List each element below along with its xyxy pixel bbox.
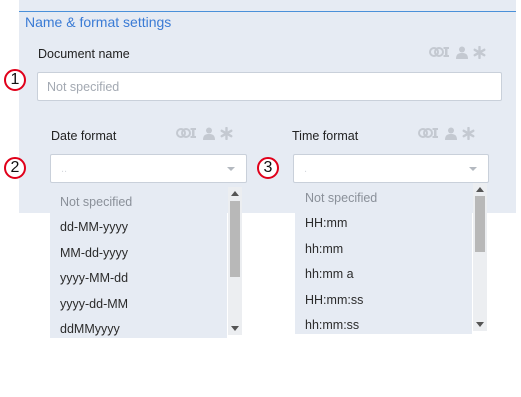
date-option[interactable]: yyyy-dd-MM [50,292,227,317]
scroll-up-icon[interactable] [476,187,484,192]
link-text-icon[interactable] [429,45,451,59]
person-icon[interactable] [445,127,457,140]
time-format-select[interactable]: . [293,154,489,183]
asterisk-icon[interactable] [473,45,486,59]
section-divider [19,11,516,12]
person-icon[interactable] [203,127,215,140]
scroll-down-icon[interactable] [476,322,484,327]
chevron-down-icon[interactable] [227,167,235,171]
date-format-scrollbar[interactable] [228,187,242,335]
date-option-not-specified[interactable]: Not specified [50,190,227,215]
document-name-icons [429,45,486,59]
scroll-thumb[interactable] [475,196,485,252]
document-name-field[interactable] [37,72,502,101]
date-format-select[interactable]: .. [50,154,247,183]
date-format-selected: .. [61,163,68,175]
document-name-input[interactable] [38,73,501,100]
time-option[interactable]: HH:mm [295,211,472,236]
scroll-down-icon[interactable] [231,326,239,331]
chevron-down-icon[interactable] [469,167,477,171]
time-option[interactable]: hh:mm:ss [295,313,472,334]
time-format-options: Not specified HH:mm hh:mm hh:mm a HH:mm:… [295,186,472,334]
date-option[interactable]: ddMMyyyy [50,317,227,338]
date-option[interactable]: dd-MM-yyyy [50,215,227,240]
date-option[interactable]: yyyy-MM-dd [50,266,227,291]
section-title: Name & format settings [25,14,172,30]
date-format-label: Date format [51,129,117,143]
asterisk-icon[interactable] [220,126,233,140]
asterisk-icon[interactable] [462,126,475,140]
callout-badge-3: 3 [257,157,279,179]
time-option[interactable]: hh:mm [295,237,472,262]
link-text-icon[interactable] [418,126,440,140]
time-option[interactable]: hh:mm a [295,262,472,287]
time-format-scrollbar[interactable] [473,183,487,331]
time-option[interactable]: HH:mm:ss [295,288,472,313]
date-option[interactable]: MM-dd-yyyy [50,241,227,266]
scroll-up-icon[interactable] [231,191,239,196]
callout-badge-2: 2 [4,157,26,179]
date-format-options: Not specified dd-MM-yyyy MM-dd-yyyy yyyy… [50,190,227,338]
time-format-selected: . [304,163,308,175]
time-format-icons [418,126,475,140]
link-text-icon[interactable] [176,126,198,140]
date-format-icons [176,126,233,140]
callout-badge-1: 1 [4,69,26,91]
document-name-label: Document name [38,47,130,61]
time-option-not-specified[interactable]: Not specified [295,186,472,211]
person-icon[interactable] [456,46,468,59]
scroll-thumb[interactable] [230,201,240,277]
time-format-label: Time format [292,129,359,143]
